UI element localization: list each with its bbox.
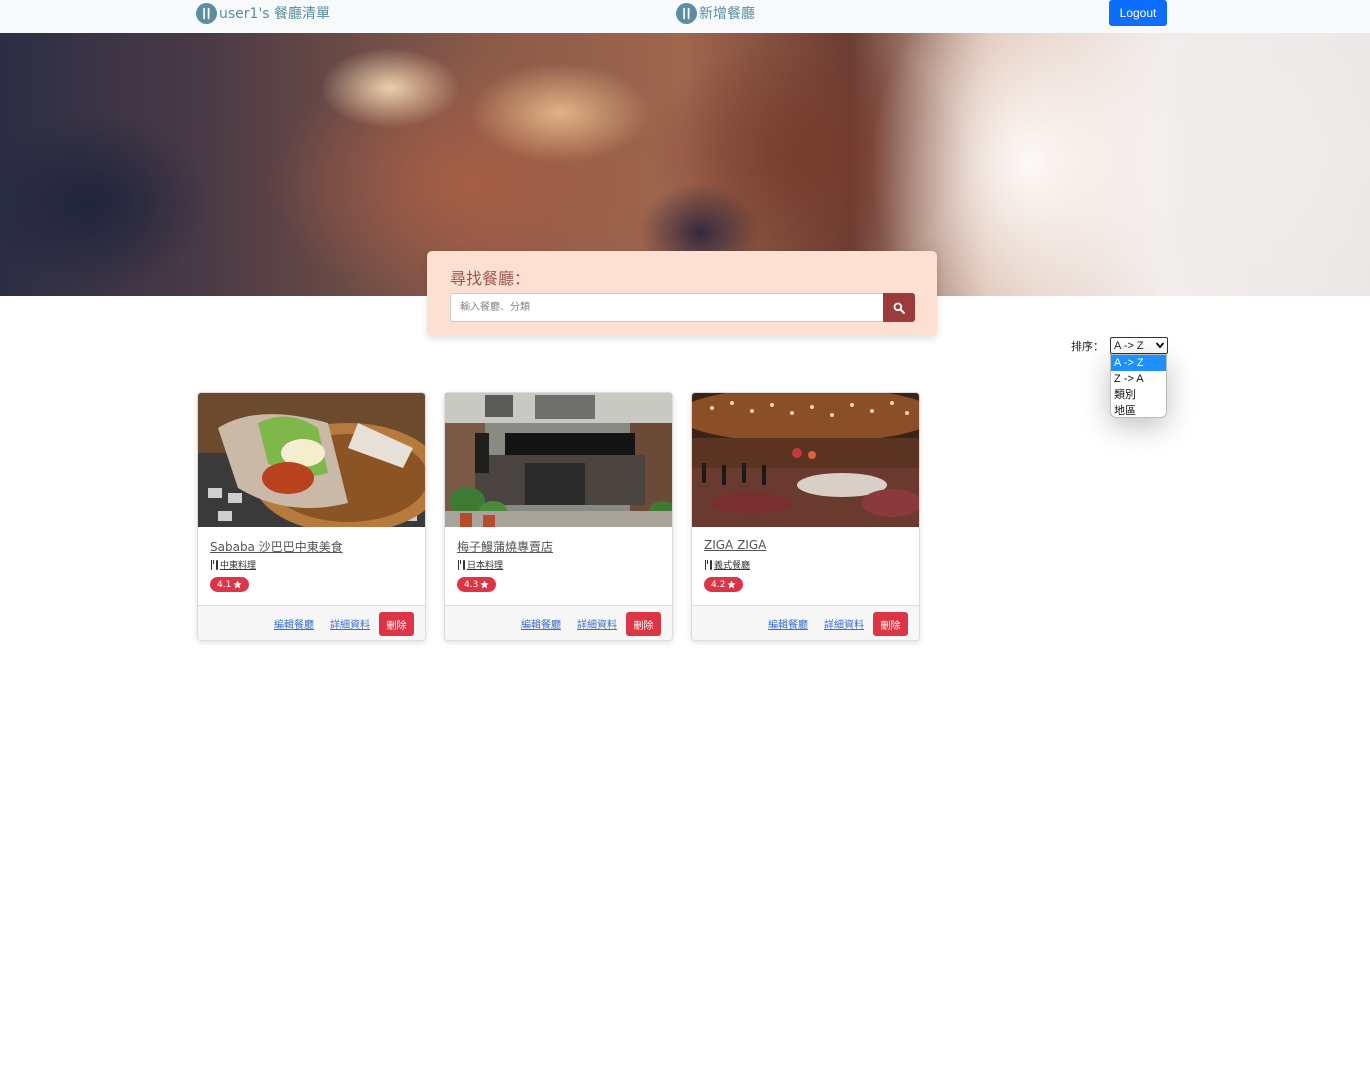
logout-button[interactable]: Logout: [1109, 0, 1167, 26]
add-restaurant-text: 新增餐廳: [699, 6, 755, 22]
restaurant-photo[interactable]: [445, 393, 672, 527]
utensils-icon: [676, 2, 697, 24]
card-footer: 編輯餐廳 詳細資料 刪除: [692, 605, 919, 640]
utensils-icon: [196, 2, 217, 24]
restaurant-category: 中東料理: [210, 558, 256, 571]
star-icon: [727, 580, 736, 589]
sort-option[interactable]: 地區: [1111, 403, 1166, 417]
sort-option[interactable]: Z -> A: [1111, 371, 1166, 387]
search-icon: [893, 302, 905, 314]
rating-badge: 4.3: [457, 577, 497, 592]
delete-button[interactable]: 刪除: [626, 612, 661, 636]
restaurant-photo[interactable]: [198, 393, 425, 527]
restaurant-photo[interactable]: [692, 393, 919, 527]
chevron-down-icon: [1155, 342, 1165, 349]
star-icon: [480, 580, 489, 589]
search-panel: 尋找餐廳：: [427, 251, 937, 336]
edit-restaurant-link[interactable]: 編輯餐廳: [521, 616, 561, 631]
restaurant-card: 梅子鰻蒲燒專賣店 日本料理 4.3 編輯餐廳 詳細資料 刪除: [444, 392, 673, 641]
star-icon: [233, 580, 242, 589]
delete-button[interactable]: 刪除: [873, 612, 908, 636]
card-footer: 編輯餐廳 詳細資料 刪除: [445, 605, 672, 640]
rating-badge: 4.2: [704, 577, 744, 592]
sort-option[interactable]: 類別: [1111, 387, 1166, 403]
card-footer: 編輯餐廳 詳細資料 刪除: [198, 605, 425, 640]
add-restaurant-link[interactable]: 新增餐廳: [676, 2, 755, 24]
restaurant-card: ZIGA ZIGA 義式餐廳 4.2 編輯餐廳 詳細資料 刪除: [691, 392, 920, 641]
utensils-icon: [211, 559, 218, 570]
detail-link[interactable]: 詳細資料: [577, 616, 617, 631]
search-button[interactable]: [883, 293, 915, 322]
sort-dropdown: A -> Z Z -> A 類別 地區: [1110, 354, 1167, 418]
delete-button[interactable]: 刪除: [379, 612, 414, 636]
detail-link[interactable]: 詳細資料: [330, 616, 370, 631]
rating-badge: 4.1: [210, 577, 250, 592]
restaurant-name[interactable]: ZIGA ZIGA: [704, 538, 766, 552]
navbar: user1's 餐廳清單 新增餐廳 Logout: [0, 0, 1370, 33]
search-input[interactable]: [450, 293, 883, 322]
restaurant-name[interactable]: Sababa 沙巴巴中東美食: [210, 538, 343, 555]
sort-select[interactable]: A -> Z: [1110, 337, 1168, 354]
restaurant-name[interactable]: 梅子鰻蒲燒專賣店: [457, 538, 553, 555]
detail-link[interactable]: 詳細資料: [824, 616, 864, 631]
restaurant-card: Sababa 沙巴巴中東美食 中東料理 4.1 編輯餐廳 詳細資料 刪除: [197, 392, 426, 641]
edit-restaurant-link[interactable]: 編輯餐廳: [768, 616, 808, 631]
utensils-icon: [458, 559, 465, 570]
utensils-icon: [705, 559, 712, 570]
restaurant-category: 日本料理: [457, 558, 503, 571]
sort-selected-value: A -> Z: [1114, 339, 1144, 352]
sort-label: 排序：: [1071, 340, 1104, 353]
search-title: 尋找餐廳：: [450, 269, 531, 288]
restaurant-category: 義式餐廳: [704, 558, 750, 571]
sort-option[interactable]: A -> Z: [1111, 355, 1166, 371]
edit-restaurant-link[interactable]: 編輯餐廳: [274, 616, 314, 631]
brand-link[interactable]: user1's 餐廳清單: [196, 2, 330, 24]
brand-text: user1's 餐廳清單: [219, 6, 331, 22]
